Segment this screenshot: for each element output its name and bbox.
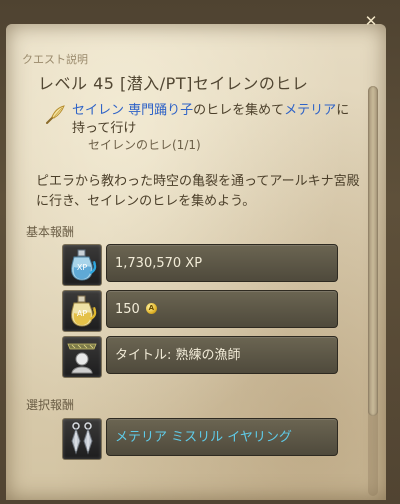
reward-xp-value: 1,730,570 XP <box>106 244 338 282</box>
choice-reward-label: 選択報酬 <box>26 398 75 412</box>
reward-row-xp[interactable]: XP 1,730,570 XP <box>62 244 338 286</box>
objective-target-type: 専門踊り子 <box>124 103 194 118</box>
ap-amount: 150 <box>115 302 140 317</box>
svg-text:XP: XP <box>77 263 87 272</box>
objective-text: のヒレを集めて <box>193 103 285 118</box>
xp-potion-icon[interactable]: XP <box>62 244 102 286</box>
scrollbar-thumb[interactable] <box>368 86 378 416</box>
reward-ap-value: 150 <box>106 290 338 328</box>
objective-progress: セイレンのヒレ(1/1) <box>88 138 201 152</box>
quest-title: レベル 45 [潜入/PT]セイレンのヒレ <box>38 74 309 93</box>
quest-objective: セイレン 専門踊り子のヒレを集めてメテリアに 持って行け <box>72 102 352 138</box>
quill-icon <box>44 104 66 126</box>
reward-row-earring[interactable]: メテリア ミスリル イヤリング <box>62 418 338 460</box>
objective-line2: 持って行け <box>72 121 137 136</box>
title-badge-icon[interactable] <box>62 336 102 378</box>
svg-text:AP: AP <box>77 309 87 318</box>
reward-row-title[interactable]: タイトル: 熟練の漁師 <box>62 336 338 378</box>
reward-row-ap[interactable]: AP 150 <box>62 290 338 332</box>
quest-description: ピエラから教わった時空の亀裂を通ってアールキナ宮殿に行き、セイレンのヒレを集めよ… <box>36 174 360 209</box>
objective-target-name: セイレン <box>72 103 125 118</box>
objective-npc-name: メテリア <box>284 103 337 118</box>
close-icon[interactable]: ✕ <box>365 12 378 30</box>
ap-potion-icon[interactable]: AP <box>62 290 102 332</box>
objective-particle: に <box>336 103 350 118</box>
reward-earring-value: メテリア ミスリル イヤリング <box>106 418 338 456</box>
scrollbar[interactable] <box>368 86 378 496</box>
earring-icon[interactable] <box>62 418 102 460</box>
reward-title-value: タイトル: 熟練の漁師 <box>106 336 338 374</box>
basic-reward-label: 基本報酬 <box>26 225 75 239</box>
window-header-label: クエスト説明 <box>22 53 88 66</box>
close-button[interactable]: ✕ <box>364 12 378 30</box>
ap-coin-icon <box>145 303 157 314</box>
